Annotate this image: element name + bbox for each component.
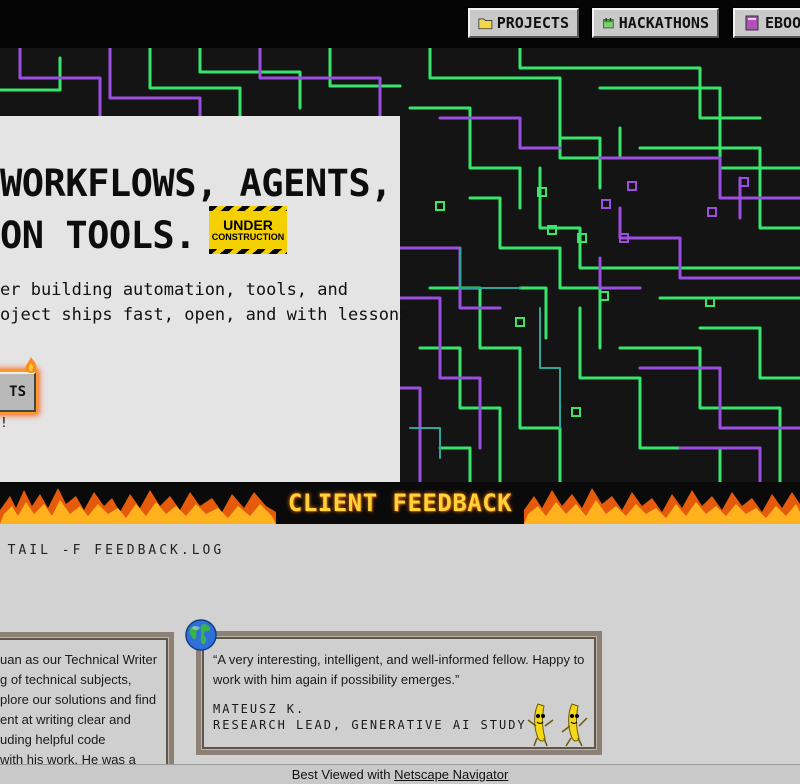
testimonial-2-author-role: RESEARCH LEAD, GENERATIVE AI STUDY [213,718,527,732]
nav-projects-label: PROJECTS [496,14,569,32]
hero-cta-note: ! [0,416,8,431]
testimonial-1-line-4: ent at writing clear and [0,712,131,727]
dancing-banana-icon [561,703,588,747]
testimonial-1-line-1: uan as our Technical Writer [0,652,158,667]
testimonial-2-author-name: MATEUSZ K. [213,702,306,716]
testimonial-1-quote: uan as our Technical Writer g of technic… [0,650,157,770]
hero-section [0,48,800,482]
testimonial-2-line-2: work with him again if possibility emerg… [213,672,460,687]
hero-cta-label: TS [9,384,26,400]
nav-hackathons-button[interactable]: HACKATHONS [592,8,719,38]
under-construction-badge: UNDER CONSTRUCTION [209,206,287,254]
top-nav: PROJECTS HACKATHONS EBOO [0,0,800,48]
netscape-navigator-link[interactable]: Netscape Navigator [394,767,508,782]
globe-icon [185,619,217,651]
headline-line-2: ON TOOLS. [0,214,196,257]
hero-cta-button[interactable]: TS [0,372,36,412]
book-icon [745,15,759,31]
testimonial-1-line-3: plore our solutions and find [0,692,157,707]
badge-line-2: CONSTRUCTION [211,231,285,242]
hero-headline: WORKFLOWS, AGENTS, ON TOOLS. [0,158,392,262]
feedback-banner-title: CLIENT FEEDBACK [287,489,513,517]
footer: Best Viewed with Netscape Navigator [0,764,800,784]
hero-description: er building automation, tools, and oject… [0,278,409,328]
folder-icon [478,18,493,30]
calendar-icon [603,18,614,29]
badge-line-1: UNDER [223,216,273,233]
testimonial-1-line-2: g of technical subjects, [0,672,132,687]
nav-hackathons-label: HACKATHONS [618,14,709,32]
headline-line-1: WORKFLOWS, AGENTS, [0,162,392,205]
feedback-banner: CLIENT FEEDBACK [0,482,800,524]
testimonial-2-quote: “A very interesting, intelligent, and we… [213,650,584,690]
nav-ebooks-button[interactable]: EBOO [733,8,800,38]
footer-prefix: Best Viewed with [291,767,391,782]
hero-description-line-2: oject ships fast, open, and with lessons [0,305,410,325]
testimonial-1-line-5: uding helpful code [0,732,106,747]
flame-icon [25,357,37,373]
nav-ebooks-label: EBOO [765,14,800,32]
testimonial-2-line-1: “A very interesting, intelligent, and we… [213,652,585,667]
nav-projects-button[interactable]: PROJECTS [468,8,579,38]
testimonial-2-author: MATEUSZ K. RESEARCH LEAD, GENERATIVE AI … [213,701,527,733]
terminal-command: $ TAIL -F FEEDBACK.LOG [0,543,225,558]
dancing-banana-icon [527,703,554,747]
hero-description-line-1: er building automation, tools, and [0,280,348,300]
